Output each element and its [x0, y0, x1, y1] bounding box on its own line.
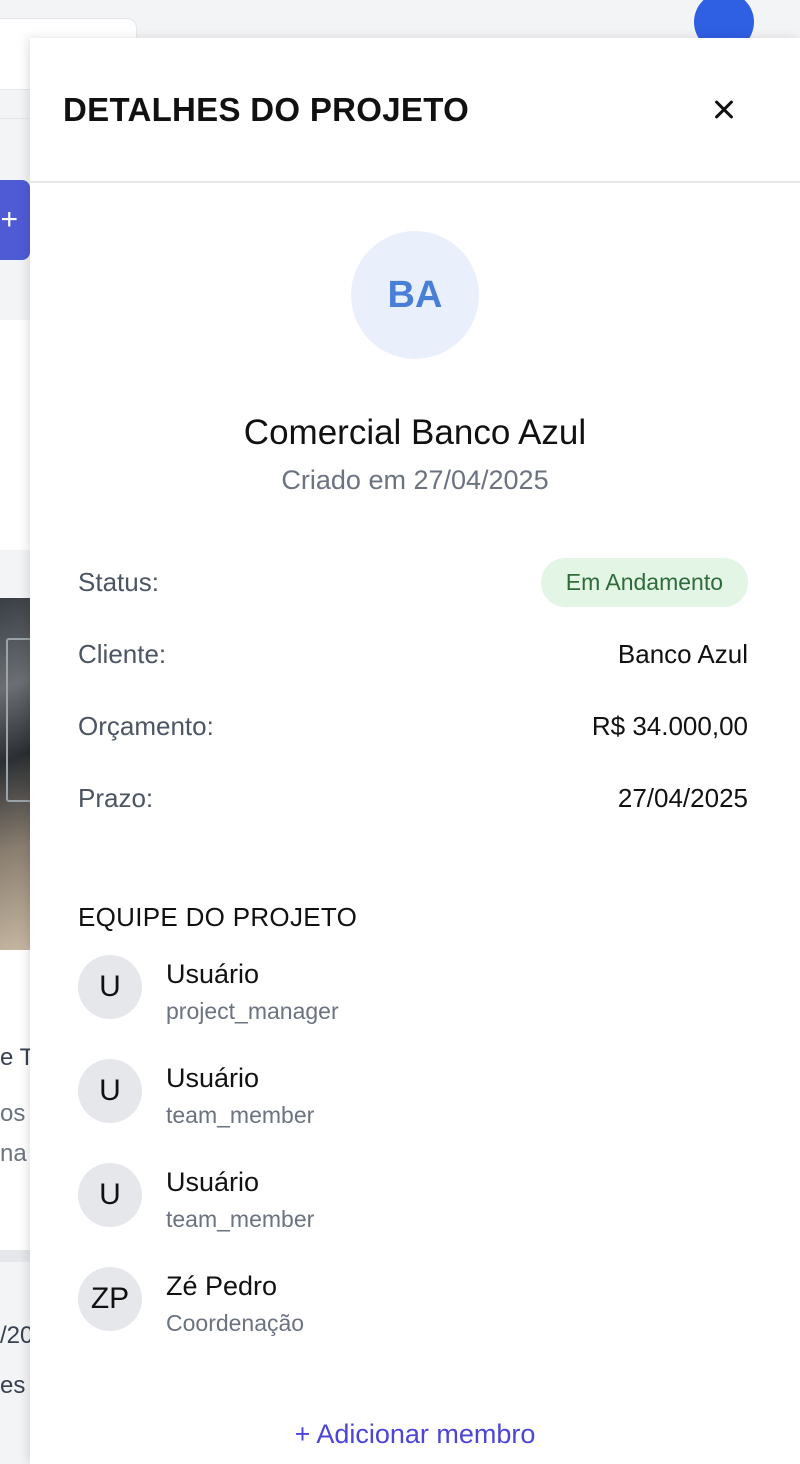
project-details-drawer: DETALHES DO PROJETO BA Comercial Banco A…	[30, 38, 800, 1464]
project-name: Comercial Banco Azul	[243, 413, 587, 452]
member-role: project_manager	[166, 998, 339, 1024]
project-created-date: Criado em 27/04/2025	[281, 465, 549, 495]
member-info: Zé Pedro Coordenação	[166, 1271, 304, 1337]
new-project-button[interactable]: +	[0, 180, 30, 260]
team-member: ZP Zé Pedro Coordenação	[78, 1267, 800, 1371]
deadline-label: Prazo:	[78, 782, 154, 813]
team-member: U Usuário team_member	[78, 1163, 800, 1267]
background-card-text: os	[0, 1100, 26, 1127]
member-info: Usuário team_member	[166, 1167, 314, 1233]
project-details: Status: Em Andamento Cliente: Banco Azul…	[78, 546, 748, 834]
member-name: Zé Pedro	[166, 1271, 278, 1301]
drawer-title: DETALHES DO PROJETO	[63, 90, 470, 128]
member-avatar: U	[78, 1163, 142, 1227]
project-avatar: BA	[351, 231, 479, 359]
detail-row-client: Cliente: Banco Azul	[78, 618, 748, 690]
close-icon[interactable]	[710, 95, 740, 125]
member-name: Usuário	[166, 959, 260, 989]
background-date: /20	[0, 1322, 34, 1349]
team-list: U Usuário project_manager U Usuário team…	[78, 955, 800, 1371]
add-member-button[interactable]: + Adicionar membro	[30, 1419, 800, 1450]
member-role: Coordenação	[166, 1310, 305, 1336]
client-label: Cliente:	[78, 638, 167, 669]
status-label: Status:	[78, 566, 159, 597]
deadline-value: 27/04/2025	[617, 782, 748, 813]
team-member: U Usuário project_manager	[78, 955, 800, 1059]
detail-row-deadline: Prazo: 27/04/2025	[78, 762, 748, 834]
member-role: team_member	[166, 1102, 315, 1128]
detail-row-status: Status: Em Andamento	[78, 546, 748, 618]
background-card-text: na	[0, 1140, 27, 1167]
member-info: Usuário team_member	[166, 1063, 314, 1129]
background-label: es	[0, 1372, 26, 1399]
project-profile: BA Comercial Banco Azul Criado em 27/04/…	[30, 183, 800, 496]
client-value: Banco Azul	[617, 638, 748, 669]
drawer-header: DETALHES DO PROJETO	[30, 38, 800, 183]
member-role: team_member	[166, 1206, 315, 1232]
team-member: U Usuário team_member	[78, 1059, 800, 1163]
budget-value: R$ 34.000,00	[591, 710, 748, 741]
budget-label: Orçamento:	[78, 710, 214, 741]
member-avatar: U	[78, 1059, 142, 1123]
member-name: Usuário	[166, 1063, 260, 1093]
member-avatar: ZP	[78, 1267, 142, 1331]
status-badge: Em Andamento	[540, 557, 748, 607]
member-avatar: U	[78, 955, 142, 1019]
detail-row-budget: Orçamento: R$ 34.000,00	[78, 690, 748, 762]
member-info: Usuário project_manager	[166, 959, 339, 1025]
member-name: Usuário	[166, 1167, 260, 1197]
team-section-title: EQUIPE DO PROJETO	[78, 902, 358, 932]
